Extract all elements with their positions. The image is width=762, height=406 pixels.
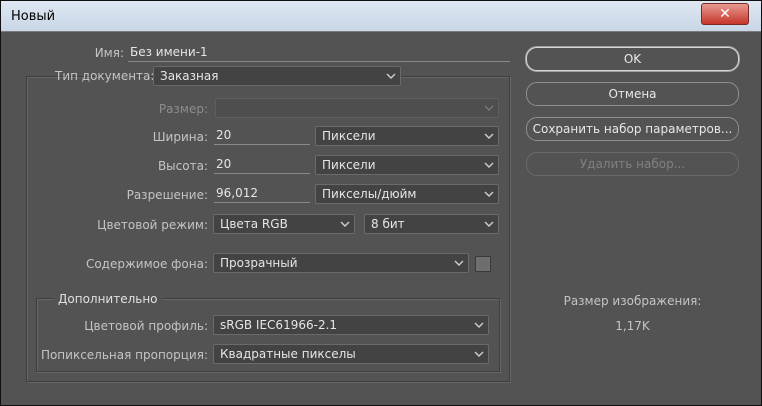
resolution-input[interactable]: 96,012 — [214, 184, 310, 203]
chevron-down-icon — [340, 219, 350, 229]
resolution-unit-value: Пикселы/дюйм — [322, 187, 417, 201]
chevron-down-icon — [484, 189, 494, 199]
pixel-aspect-label: Попиксельная пропорция: — [40, 348, 208, 362]
background-value: Прозрачный — [220, 256, 298, 270]
width-unit-value: Пиксели — [322, 129, 376, 143]
chevron-down-icon — [386, 71, 396, 81]
resolution-unit-select[interactable]: Пикселы/дюйм — [315, 184, 499, 204]
color-profile-select[interactable]: sRGB IEC61966-2.1 — [213, 315, 489, 335]
chevron-down-icon — [484, 219, 494, 229]
chevron-down-icon — [454, 258, 464, 268]
color-mode-select[interactable]: Цвета RGB — [213, 214, 355, 234]
name-label: Имя: — [94, 46, 124, 60]
background-color-swatch[interactable] — [475, 256, 491, 272]
height-unit-value: Пиксели — [322, 158, 376, 172]
close-icon: ✕ — [719, 6, 731, 22]
width-unit-select[interactable]: Пиксели — [315, 126, 499, 146]
cancel-button[interactable]: Отмена — [526, 82, 739, 106]
color-profile-value: sRGB IEC61966-2.1 — [220, 318, 338, 332]
chevron-down-icon — [474, 349, 484, 359]
advanced-title: Дополнительно — [54, 292, 162, 306]
chevron-down-icon — [474, 320, 484, 330]
background-select[interactable]: Прозрачный — [213, 253, 469, 273]
delete-preset-button: Удалить набор... — [526, 152, 739, 176]
chevron-down-icon — [484, 103, 494, 113]
window-title: Новый — [11, 9, 56, 24]
size-label: Размер: — [158, 102, 208, 116]
title-bar[interactable]: Новый ✕ — [1, 1, 761, 32]
dialog-content: Имя: Без имени-1 Тип документа: Заказная… — [10, 33, 750, 393]
color-mode-value: Цвета RGB — [220, 217, 288, 231]
document-type-select[interactable]: Заказная — [153, 66, 401, 86]
bit-depth-select[interactable]: 8 бит — [364, 214, 499, 234]
ok-button[interactable]: OK — [526, 47, 739, 71]
color-mode-label: Цветовой режим: — [97, 218, 208, 232]
close-button[interactable]: ✕ — [701, 3, 749, 25]
height-unit-select[interactable]: Пиксели — [315, 155, 499, 175]
image-size-label: Размер изображения: — [563, 294, 702, 308]
background-label: Содержимое фона: — [85, 257, 208, 271]
resolution-label: Разрешение: — [126, 188, 208, 202]
size-select — [215, 98, 499, 118]
document-type-value: Заказная — [160, 69, 219, 83]
pixel-aspect-select[interactable]: Квадратные пикселы — [213, 344, 489, 364]
image-size-value: 1,17K — [615, 319, 650, 333]
color-profile-label: Цветовой профиль: — [84, 319, 208, 333]
pixel-aspect-value: Квадратные пикселы — [220, 347, 356, 361]
height-input[interactable]: 20 — [214, 155, 310, 174]
new-document-dialog: Новый ✕ Имя: Без имени-1 Тип документа: … — [0, 0, 762, 406]
save-preset-button[interactable]: Сохранить набор параметров... — [526, 117, 739, 141]
width-label: Ширина: — [152, 130, 208, 144]
name-input[interactable]: Без имени-1 — [128, 43, 510, 62]
chevron-down-icon — [484, 131, 494, 141]
width-input[interactable]: 20 — [214, 126, 310, 145]
document-type-label: Тип документа: — [55, 69, 155, 83]
chevron-down-icon — [484, 160, 494, 170]
bit-depth-value: 8 бит — [371, 217, 405, 231]
height-label: Высота: — [157, 159, 208, 173]
